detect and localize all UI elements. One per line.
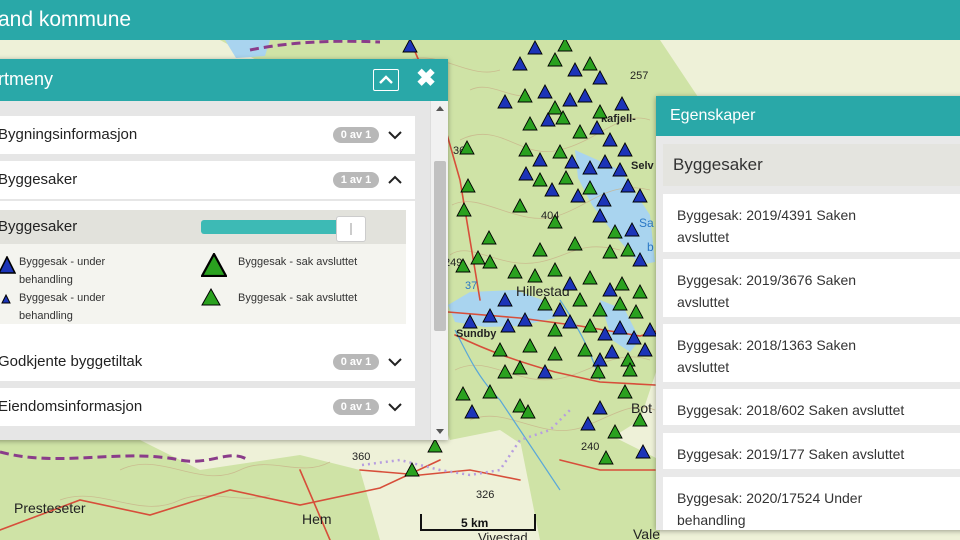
map-label-257: 257 <box>630 70 648 82</box>
category-label: Godkjente byggetiltak <box>0 353 143 370</box>
scrollbar-thumb[interactable] <box>434 161 446 331</box>
list-item-text: Byggesak: 2018/602 Saken avsluttet <box>677 402 905 418</box>
chevron-down-icon[interactable] <box>386 398 404 416</box>
kartmeny-body: Bygningsinformasjon 0 av 1 Byggesaker 1 … <box>0 101 430 440</box>
app-title: and kommune <box>0 8 132 31</box>
category-label: Byggesaker <box>0 171 78 188</box>
chevron-up-icon <box>379 75 393 84</box>
list-item[interactable]: Byggesak: 2020/17524 Under behandling <box>663 477 960 530</box>
map-label-b: b <box>647 240 654 254</box>
scroll-down-arrow-icon[interactable] <box>436 429 444 434</box>
scrollbar[interactable] <box>430 101 448 440</box>
map-label-selv: Selv <box>631 160 655 172</box>
category-label: Bygningsinformasjon <box>0 126 138 143</box>
scroll-up-arrow-icon[interactable] <box>436 106 444 111</box>
layer-row-byggesaker[interactable]: Byggesaker <box>0 210 406 244</box>
map-label-kafjell: kafjell- <box>601 113 636 125</box>
list-item-text: Byggesak: 2018/1363 Saken avsluttet <box>677 337 857 375</box>
collapse-button[interactable] <box>373 69 399 91</box>
layer-count-badge: 1 av 1 <box>333 172 379 188</box>
map-label-326: 326 <box>476 489 494 501</box>
category-eiendomsinformasjon[interactable]: Eiendomsinformasjon 0 av 1 <box>0 388 415 426</box>
egenskaper-panel: Egenskaper Byggesaker Byggesak: 2019/439… <box>656 96 960 530</box>
kartmeny-header: rtmeny ✖ <box>0 59 448 101</box>
map-label-bot: Bot <box>631 400 652 416</box>
legend-label: Byggesak - sak avsluttet <box>238 256 358 268</box>
opacity-slider[interactable] <box>201 216 366 242</box>
egenskaper-subtitle-text: Byggesaker <box>673 155 763 174</box>
chevron-down-icon[interactable] <box>386 353 404 371</box>
category-godkjente-byggetiltak[interactable]: Godkjente byggetiltak 0 av 1 <box>0 343 415 381</box>
list-item-text: Byggesak: 2019/4391 Saken avsluttet <box>677 207 857 245</box>
list-item[interactable]: Byggesak: 2018/1363 Saken avsluttet <box>663 324 960 382</box>
kartmeny-title: rtmeny <box>0 69 54 89</box>
chevron-down-icon[interactable] <box>386 126 404 144</box>
map-label-sa: Sa <box>639 216 654 230</box>
list-item-text: Byggesak: 2019/3676 Saken avsluttet <box>677 272 857 310</box>
legend-label: Byggesak - under behandling <box>19 292 106 322</box>
list-item[interactable]: Byggesak: 2018/602 Saken avsluttet <box>663 389 960 425</box>
egenskaper-title: Egenskaper <box>670 107 756 124</box>
legend-label: Byggesak - sak avsluttet <box>238 292 358 304</box>
egenskaper-subtitle: Byggesaker <box>663 144 960 186</box>
layer-count-badge: 0 av 1 <box>333 399 379 415</box>
blue-triangle-icon <box>0 256 16 274</box>
legend-label: Byggesak - under behandling <box>19 256 106 286</box>
category-bygningsinformasjon[interactable]: Bygningsinformasjon 0 av 1 <box>0 116 415 154</box>
chevron-up-icon[interactable] <box>386 171 404 189</box>
map-label-360: 360 <box>352 451 370 463</box>
map-label-hem: Hem <box>302 511 332 527</box>
layer-count-badge: 0 av 1 <box>333 127 379 143</box>
scale-bar-label: 5 km <box>461 516 488 530</box>
green-triangle-icon <box>201 288 221 306</box>
layer-count-badge: 0 av 1 <box>333 354 379 370</box>
app-header: and kommune <box>0 0 960 40</box>
category-byggesaker[interactable]: Byggesaker 1 av 1 <box>0 161 415 199</box>
map-label-37: 37 <box>465 280 477 292</box>
close-button[interactable]: ✖ <box>414 66 438 92</box>
kartmeny-panel: rtmeny ✖ Bygningsinformasjon 0 av 1 Bygg… <box>0 59 448 440</box>
green-triangle-icon <box>201 253 227 277</box>
map-label-sundby: Sundby <box>456 328 497 340</box>
map-label-hillestad: Hillestad <box>516 283 570 299</box>
map-label-presteseter: Presteseter <box>14 500 86 516</box>
blue-triangle-icon <box>1 294 11 304</box>
map-label-240: 240 <box>581 441 599 453</box>
close-icon: ✖ <box>415 65 437 92</box>
layer-label: Byggesaker <box>0 218 78 235</box>
list-item-text: Byggesak: 2020/17524 Under behandling <box>677 490 863 528</box>
opacity-slider-handle[interactable] <box>336 216 366 242</box>
legend: Byggesak - under behandling Byggesak - s… <box>0 244 406 324</box>
list-item-text: Byggesak: 2019/177 Saken avsluttet <box>677 446 905 462</box>
list-item[interactable]: Byggesak: 2019/3676 Saken avsluttet <box>663 259 960 317</box>
egenskaper-header: Egenskaper <box>656 96 960 136</box>
category-label: Eiendomsinformasjon <box>0 398 143 415</box>
list-item[interactable]: Byggesak: 2019/177 Saken avsluttet <box>663 433 960 469</box>
list-item[interactable]: Byggesak: 2019/4391 Saken avsluttet <box>663 194 960 252</box>
map-label-vivestad: Vivestad <box>478 530 528 540</box>
